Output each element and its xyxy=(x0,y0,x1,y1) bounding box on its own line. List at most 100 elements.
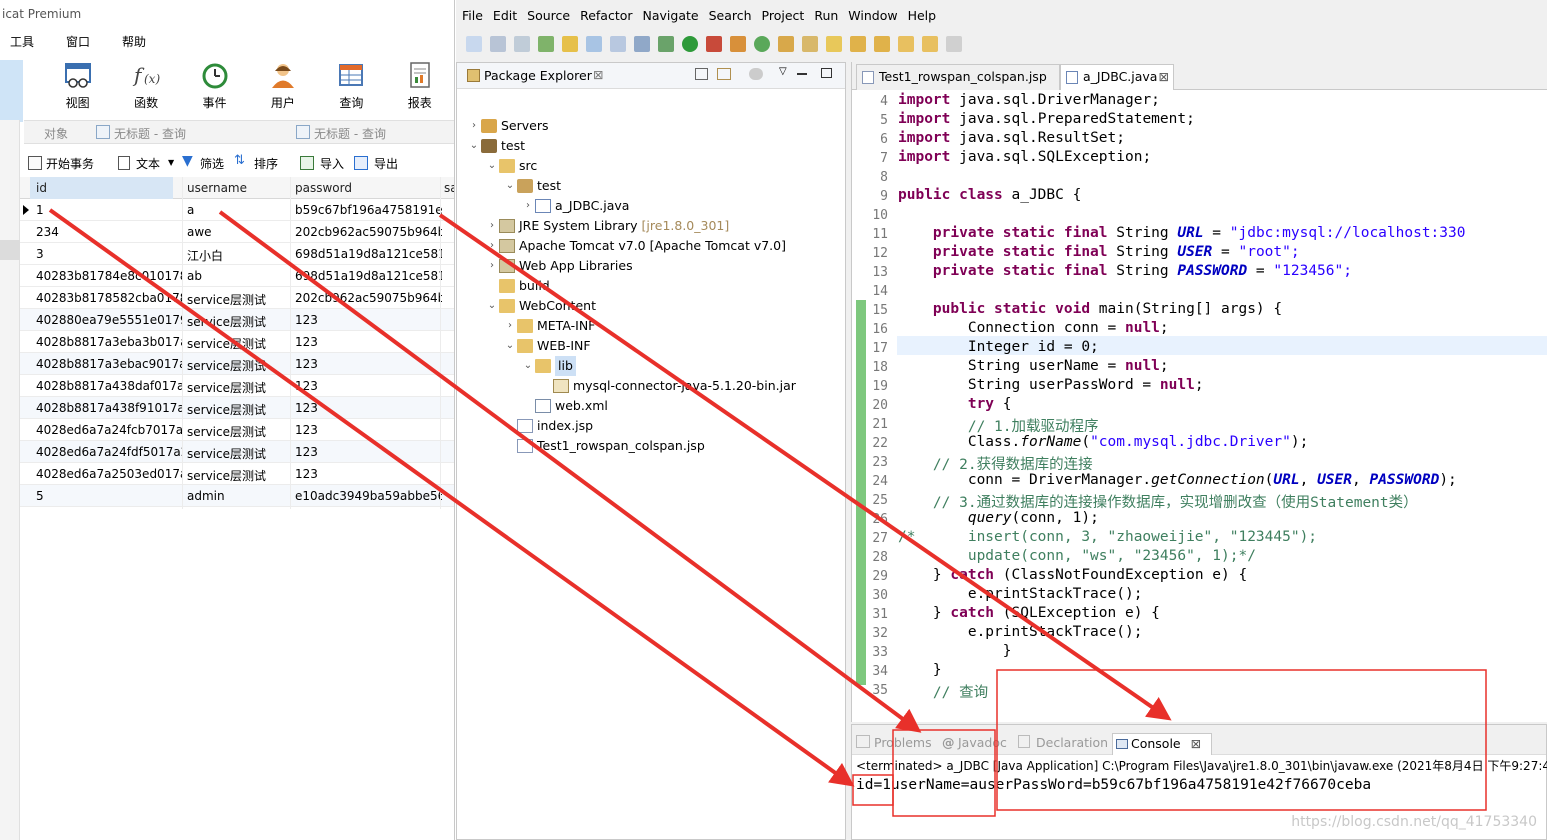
new-icon[interactable] xyxy=(466,36,482,52)
debug-icon[interactable] xyxy=(658,36,674,52)
table-row[interactable]: 40283b81784e8c0101784 ab 698d51a19d8a121ce… xyxy=(20,265,454,287)
toolbar-query-button[interactable]: 查询 xyxy=(317,60,385,111)
save-all-icon[interactable] xyxy=(514,36,530,52)
cell-password[interactable]: 698d51a19d8a121ce5814 xyxy=(294,269,442,283)
open-task-icon[interactable] xyxy=(802,36,818,52)
text-button[interactable]: 文本 xyxy=(136,155,160,172)
tree-web-inf[interactable]: ⌄ WEB-INF xyxy=(503,336,595,356)
cell-username[interactable]: ab xyxy=(186,269,291,283)
tree-toggle-icon[interactable]: › xyxy=(521,196,535,216)
cell-id[interactable]: 234 xyxy=(35,225,183,239)
toolbar-function-button[interactable]: f (x) 函数 xyxy=(112,60,180,111)
cell-id[interactable]: 40283b81784e8c0101784 xyxy=(35,269,183,283)
search-icon[interactable] xyxy=(826,36,842,52)
tree-jre-library[interactable]: › JRE System Library [jre1.8.0_301] xyxy=(485,216,729,236)
package-explorer-title[interactable]: Package Explorer xyxy=(484,68,592,83)
block-selection-icon[interactable] xyxy=(586,36,602,52)
cell-id[interactable]: 4028b8817a438daf017a4 xyxy=(35,379,183,393)
tree-mysql-jar[interactable]: mysql-connector-java-5.1.20-bin.jar xyxy=(539,376,800,396)
editor-tab-java[interactable]: a_JDBC.java ⊠ xyxy=(1060,64,1174,90)
cell-password[interactable]: 202cb962ac59075b964b0 xyxy=(294,225,442,239)
cell-id[interactable]: 1 xyxy=(35,203,183,217)
tree-webcontent[interactable]: ⌄ WebContent xyxy=(485,296,600,316)
tree-toggle-icon[interactable]: › xyxy=(485,256,499,276)
cell-username[interactable]: service层测试 xyxy=(186,379,291,396)
cell-id[interactable]: 4028ed6a7a24fdf5017a24 xyxy=(35,445,183,459)
menu-help[interactable]: 帮助 xyxy=(122,33,146,50)
cell-id[interactable]: 3 xyxy=(35,247,183,261)
tab-objects[interactable]: 对象 xyxy=(44,125,68,142)
table-row[interactable]: 4028ed6a7a2503ed017a2 service层测试 123 xyxy=(20,463,454,485)
menu-search[interactable]: Search xyxy=(709,8,752,23)
tab-untitled-query-1[interactable]: 无标题 - 查询 xyxy=(114,125,186,142)
new-class-icon[interactable] xyxy=(754,36,770,52)
forward-icon[interactable] xyxy=(946,36,962,52)
tree-build[interactable]: build xyxy=(485,276,554,296)
menu-tools[interactable]: 工具 xyxy=(10,33,34,50)
cell-id[interactable]: 4028ed6a7a24fcb7017a2 xyxy=(35,423,183,437)
tree-toggle-icon[interactable]: ⌄ xyxy=(467,136,481,156)
last-edit-icon[interactable] xyxy=(898,36,914,52)
cell-password[interactable]: 123 xyxy=(294,401,442,415)
begin-transaction-button[interactable]: 开始事务 xyxy=(46,155,94,172)
cell-username[interactable]: admin xyxy=(186,489,291,503)
cell-password[interactable]: 123 xyxy=(294,313,442,327)
menu-navigate[interactable]: Navigate xyxy=(643,8,699,23)
toolbar-view-button[interactable]: 视图 xyxy=(43,60,111,111)
tab-javadoc[interactable]: Javadoc xyxy=(958,735,1007,750)
text-dropdown-icon[interactable]: ▼ xyxy=(168,158,174,167)
collapse-all-icon[interactable] xyxy=(695,68,708,80)
cell-password[interactable]: 202cb962ac59075b964b0 xyxy=(294,291,442,305)
cell-username[interactable]: service层测试 xyxy=(186,423,291,440)
tree-toggle-icon[interactable]: ⌄ xyxy=(503,176,517,196)
cell-id[interactable]: 4028b8817a438f91017a4 xyxy=(35,401,183,415)
mark-occurrences-icon[interactable] xyxy=(562,36,578,52)
cell-username[interactable]: 江小白 xyxy=(186,247,291,264)
sort-button[interactable]: 排序 xyxy=(254,155,278,172)
tree-servers[interactable]: › Servers xyxy=(467,116,553,136)
table-row[interactable]: 234 awe 202cb962ac59075b964b0 xyxy=(20,221,454,243)
tree-a-jdbc-java[interactable]: › a_JDBC.java xyxy=(521,196,633,216)
tree-package-test[interactable]: ⌄ test xyxy=(503,176,565,196)
cell-password[interactable]: e10adc3949ba59abbe56e xyxy=(294,489,442,503)
table-row[interactable]: 3 江小白 698d51a19d8a121ce5814 xyxy=(20,243,454,265)
cell-password[interactable]: 123 xyxy=(294,445,442,459)
minimize-icon[interactable] xyxy=(797,73,807,75)
tree-toggle-icon[interactable]: ⌄ xyxy=(503,336,517,356)
open-type-icon[interactable] xyxy=(778,36,794,52)
toolbar-user-button[interactable]: 用户 xyxy=(249,60,317,111)
tree-toggle-icon[interactable]: › xyxy=(467,116,481,136)
tab-declaration[interactable]: Declaration xyxy=(1036,735,1108,750)
import-button[interactable]: 导入 xyxy=(320,155,344,172)
column-header-username[interactable]: username xyxy=(186,181,291,195)
tree-toggle-icon[interactable]: ⌄ xyxy=(485,156,499,176)
skip-breakpoints-icon[interactable] xyxy=(538,36,554,52)
tree-toggle-icon[interactable]: › xyxy=(485,216,499,236)
table-row[interactable]: 4028ed6a7a24fdf5017a24 service层测试 123 xyxy=(20,441,454,463)
menu-run[interactable]: Run xyxy=(814,8,838,23)
table-row[interactable]: 40283b8178582cba01785 service层测试 202cb962a… xyxy=(20,287,454,309)
tree-toggle-icon[interactable]: ⌄ xyxy=(485,296,499,316)
cell-id[interactable]: 5 xyxy=(35,489,183,503)
table-row[interactable]: 4028b8817a3eba3b017a3 service层测试 123 xyxy=(20,331,454,353)
tree-lib[interactable]: ⌄ lib xyxy=(521,356,580,376)
menu-edit[interactable]: Edit xyxy=(493,8,517,23)
sidebar-selected-row[interactable] xyxy=(0,240,20,260)
tree-toggle-icon[interactable]: › xyxy=(503,316,517,336)
next-annotation-icon[interactable] xyxy=(850,36,866,52)
table-row[interactable]: 4028ed6a7a24fcb7017a2 service层测试 123 xyxy=(20,419,454,441)
table-row[interactable]: 402880ea79e5551e0179e service层测试 123 xyxy=(20,309,454,331)
menu-refactor[interactable]: Refactor xyxy=(580,8,632,23)
cell-username[interactable]: service层测试 xyxy=(186,313,291,330)
cell-id[interactable]: 40283b8178582cba01785 xyxy=(35,291,183,305)
table-row[interactable]: 4028b8817a438f91017a4 service层测试 123 xyxy=(20,397,454,419)
cell-password[interactable]: 123 xyxy=(294,335,442,349)
column-header-salt[interactable]: sa xyxy=(444,181,454,195)
tree-test1-jsp[interactable]: Test1_rowspan_colspan.jsp xyxy=(503,436,709,456)
cell-id[interactable]: 4028b8817a3eba3b017a3 xyxy=(35,335,183,349)
console-output[interactable]: id=1userName=auserPassWord=b59c67bf196a4… xyxy=(856,777,1371,793)
cell-username[interactable]: service层测试 xyxy=(186,445,291,462)
menu-window[interactable]: 窗口 xyxy=(66,33,90,50)
save-icon[interactable] xyxy=(490,36,506,52)
export-button[interactable]: 导出 xyxy=(374,155,398,172)
